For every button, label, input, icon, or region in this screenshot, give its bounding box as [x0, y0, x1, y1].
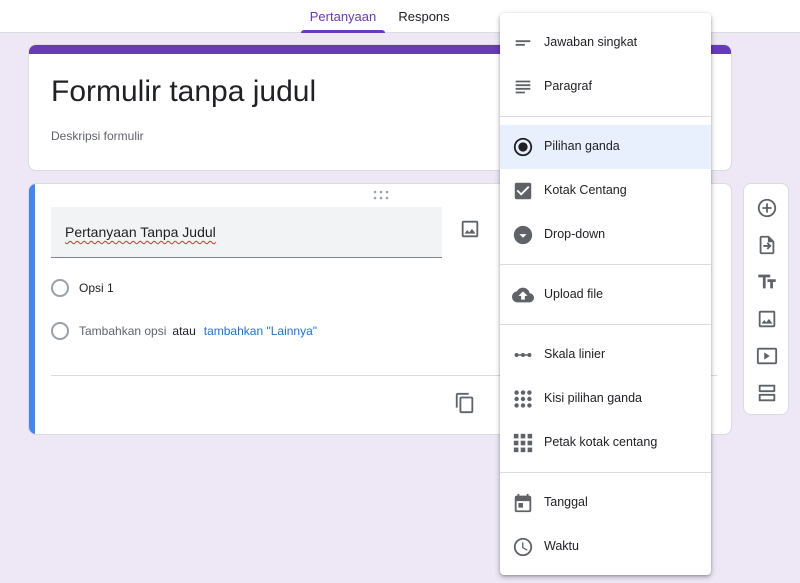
import-questions-icon[interactable]: [756, 234, 778, 256]
drag-handle-icon[interactable]: [373, 190, 389, 203]
active-indicator: [29, 184, 35, 434]
cloud-upload-icon: [512, 284, 534, 306]
add-image-icon[interactable]: [459, 218, 481, 240]
form-description[interactable]: Deskripsi formulir: [51, 129, 144, 143]
menu-item-short-answer[interactable]: Jawaban singkat: [500, 21, 711, 65]
duplicate-icon[interactable]: [454, 392, 476, 414]
checkbox-grid-icon: [512, 432, 534, 454]
menu-item-label: Jawaban singkat: [544, 35, 638, 49]
menu-item-dropdown[interactable]: Drop-down: [500, 213, 711, 257]
tab-pertanyaan[interactable]: Pertanyaan: [301, 0, 385, 33]
menu-item-label: Kotak Centang: [544, 183, 627, 197]
add-video-icon[interactable]: [756, 345, 778, 367]
add-other-link[interactable]: tambahkan "Lainnya": [204, 324, 317, 338]
menu-item-checkboxes[interactable]: Kotak Centang: [500, 169, 711, 213]
menu-item-multiple-choice[interactable]: Pilihan ganda: [500, 125, 711, 169]
menu-item-label: Pilihan ganda: [544, 139, 620, 153]
menu-item-paragraph[interactable]: Paragraf: [500, 65, 711, 109]
menu-item-label: Drop-down: [544, 227, 606, 241]
menu-item-label: Tanggal: [544, 495, 588, 509]
linear-scale-icon: [512, 344, 534, 366]
menu-item-multiple-choice-grid[interactable]: Kisi pilihan ganda: [500, 377, 711, 421]
tab-respons[interactable]: Respons: [391, 0, 457, 33]
radio-icon: [51, 279, 69, 297]
question-title-text: Pertanyaan Tanpa Judul: [65, 224, 216, 240]
add-question-icon[interactable]: [756, 197, 778, 219]
add-option-button[interactable]: Tambahkan opsi: [79, 324, 166, 338]
menu-item-linear-scale[interactable]: Skala linier: [500, 333, 711, 377]
menu-item-label: Paragraf: [544, 79, 592, 93]
menu-divider: [500, 116, 711, 117]
checkbox-icon: [512, 180, 534, 202]
radio-icon: [51, 322, 69, 340]
menu-divider: [500, 324, 711, 325]
menu-item-file-upload[interactable]: Upload file: [500, 273, 711, 317]
add-section-icon[interactable]: [756, 382, 778, 404]
add-title-icon[interactable]: [756, 271, 778, 293]
menu-item-date[interactable]: Tanggal: [500, 481, 711, 525]
menu-item-label: Skala linier: [544, 347, 606, 361]
paragraph-icon: [512, 76, 534, 98]
menu-item-checkbox-grid[interactable]: Petak kotak centang: [500, 421, 711, 465]
short-answer-icon: [512, 32, 534, 54]
menu-item-label: Waktu: [544, 539, 579, 553]
menu-item-label: Upload file: [544, 287, 604, 301]
add-option-row: Tambahkan opsi atau tambahkan "Lainnya": [51, 320, 317, 342]
or-label: atau: [172, 324, 196, 338]
clock-icon: [512, 536, 534, 558]
side-toolbar: [743, 183, 789, 415]
menu-item-label: Petak kotak centang: [544, 435, 658, 449]
add-image-icon[interactable]: [756, 308, 778, 330]
menu-divider: [500, 264, 711, 265]
dropdown-icon: [512, 224, 534, 246]
option-label[interactable]: Opsi 1: [79, 281, 114, 295]
multiple-choice-grid-icon: [512, 388, 534, 410]
question-title-input[interactable]: Pertanyaan Tanpa Judul: [51, 207, 442, 258]
menu-item-time[interactable]: Waktu: [500, 525, 711, 569]
menu-divider: [500, 472, 711, 473]
question-type-menu: Jawaban singkat Paragraf Pilihan ganda K…: [500, 13, 711, 575]
radio-button-icon: [512, 136, 534, 158]
menu-item-label: Kisi pilihan ganda: [544, 391, 642, 405]
option-row[interactable]: Opsi 1: [51, 277, 114, 299]
calendar-icon: [512, 492, 534, 514]
form-title[interactable]: Formulir tanpa judul: [51, 75, 316, 109]
